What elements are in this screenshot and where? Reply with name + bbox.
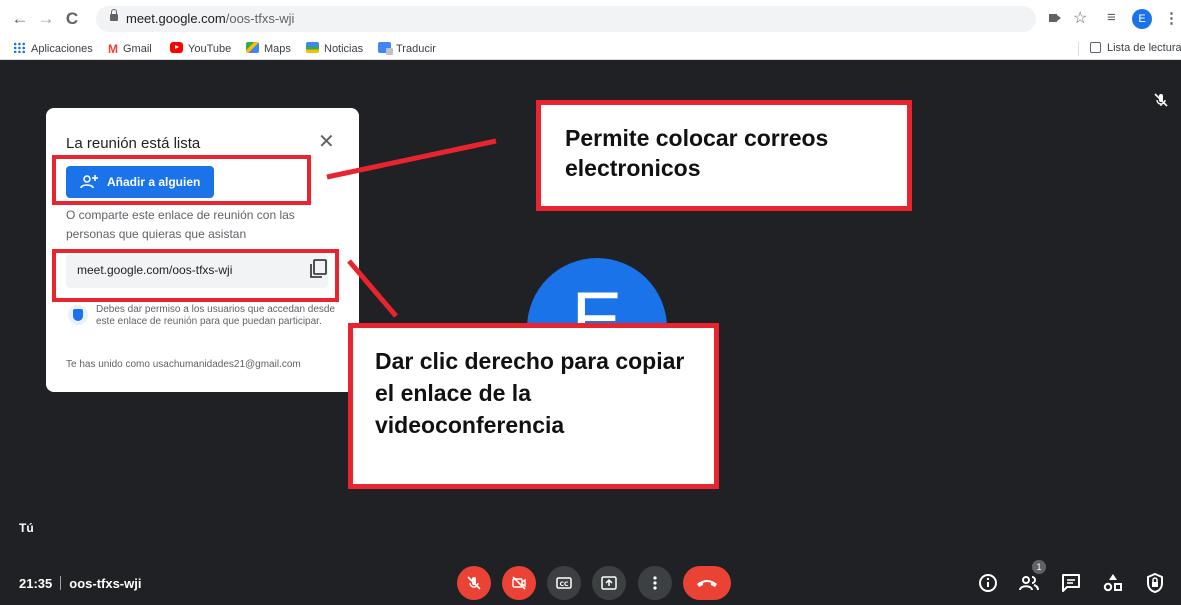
self-tile-label: Tú (19, 521, 34, 535)
more-options-button[interactable] (638, 566, 672, 600)
highlight-add-button (52, 155, 311, 205)
present-icon (601, 576, 617, 590)
meeting-code: oos-tfxs-wji (69, 576, 142, 591)
info-separator (60, 576, 62, 590)
mic-toggle-button[interactable] (457, 566, 491, 600)
meeting-time: 21:35 (19, 576, 53, 591)
connector-top (326, 138, 497, 180)
captions-button[interactable]: CC (547, 566, 581, 600)
activities-icon[interactable] (1102, 572, 1124, 594)
annotation-text-top: Permite colocar correos electronicos (565, 125, 829, 181)
connector-bottom (347, 259, 398, 318)
mic-off-icon (467, 576, 481, 590)
info-icon[interactable] (977, 572, 999, 594)
leave-call-button[interactable] (683, 566, 731, 600)
annotation-text-bottom: Dar clic derecho para copiar el enlace d… (375, 348, 685, 438)
svg-text:CC: CC (560, 581, 569, 588)
annotation-connectors (326, 138, 497, 318)
camera-toggle-button[interactable] (502, 566, 536, 600)
host-controls-icon[interactable] (1144, 572, 1166, 594)
camera-off-icon (512, 576, 526, 590)
participants-badge: 1 (1032, 560, 1046, 574)
annotation-box-top: Permite colocar correos electronicos (536, 100, 912, 211)
meeting-details: 21:35 oos-tfxs-wji (19, 576, 141, 591)
hangup-icon (697, 580, 717, 587)
people-icon[interactable] (1018, 572, 1040, 594)
chat-icon[interactable] (1060, 572, 1082, 594)
captions-icon: CC (556, 577, 572, 589)
annotation-box-bottom: Dar clic derecho para copiar el enlace d… (348, 323, 719, 489)
present-button[interactable] (592, 566, 626, 600)
highlight-link (52, 249, 339, 302)
more-icon (653, 576, 657, 590)
